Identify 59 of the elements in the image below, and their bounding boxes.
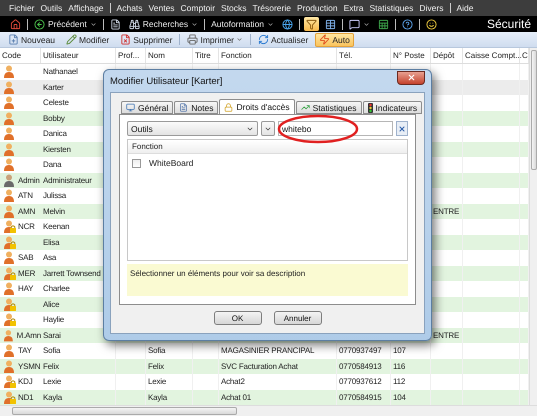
table-cell: YSMN (18, 362, 40, 371)
menu-item[interactable]: Outils (40, 3, 62, 13)
toolbar-button[interactable]: Imprimer (183, 32, 248, 46)
category-dropdown[interactable]: Outils (127, 121, 258, 136)
column-header[interactable]: N° Poste (391, 48, 431, 63)
menu-item[interactable]: Ventes (148, 3, 175, 13)
column-header[interactable]: Dépôt (431, 48, 463, 63)
tab[interactable]: Statistiques (296, 101, 362, 114)
toolbar-button[interactable]: Nouveau (4, 32, 60, 46)
toolbar-button[interactable]: Modifier (62, 32, 114, 46)
column-header[interactable]: Prof... (116, 48, 146, 63)
column-header[interactable]: Utilisateur (41, 48, 116, 63)
menu-item[interactable]: Stocks (221, 3, 247, 13)
section-title: Sécurité (486, 17, 531, 31)
toolbar-button[interactable]: Actualiser (254, 32, 312, 46)
table-cell: AMN (18, 206, 36, 216)
column-header[interactable]: Fonction (219, 48, 337, 63)
table-cell: MER (18, 268, 36, 278)
column-header[interactable]: Caisse Compt... (463, 48, 520, 63)
list-item-label[interactable]: WhiteBoard (149, 158, 194, 168)
menu-item[interactable]: Achats (116, 3, 143, 13)
table-row[interactable]: YSMN Felix Felix SVC Facturation Achat 0770584913 116 (0, 358, 529, 374)
table-cell: NCR (18, 222, 35, 232)
tab[interactable]: Indicateurs (362, 101, 422, 114)
tab[interactable]: Droits d'accès (219, 99, 295, 114)
table-cell: HAY (18, 284, 34, 294)
toolbar-button[interactable]: Recherches (126, 17, 200, 31)
tab[interactable]: Notes (174, 101, 218, 114)
menu-item[interactable]: Extra (344, 3, 364, 13)
table-cell: ATN (18, 191, 33, 200)
menu-item[interactable]: Fichier (9, 3, 35, 13)
column-header[interactable]: Code (0, 48, 41, 63)
menu-item[interactable]: Comptoir (180, 3, 216, 13)
toolbar-button[interactable]: Auto (315, 32, 354, 46)
column-header[interactable]: Fonction (128, 140, 407, 154)
column-header[interactable]: Tél. (337, 48, 391, 63)
column-header[interactable]: Titre (193, 48, 219, 63)
table-cell: SAB (18, 253, 34, 262)
menu-item[interactable]: Affichage (68, 3, 104, 13)
table-cell: ND1 (18, 392, 34, 402)
toolbar-button[interactable]: Précédent (32, 17, 99, 31)
menu-item[interactable]: Statistiques (369, 3, 414, 13)
tab[interactable]: Général (121, 101, 174, 114)
search-field[interactable]: whitebo (278, 121, 394, 136)
dialog-button[interactable]: OK (214, 311, 262, 325)
menu-item[interactable]: Trésorerie (252, 3, 291, 13)
table-cell: M.Amn (16, 330, 41, 340)
toolbar-button[interactable]: Supprimer (116, 32, 176, 46)
menu-item[interactable]: Aide (456, 3, 474, 13)
column-header[interactable]: Nom (146, 48, 193, 63)
dialog-button[interactable]: Annuler (274, 311, 322, 325)
toolbar-button[interactable]: Autoformation (209, 17, 276, 31)
description-box: Sélectionner un éléments pour voir sa description (127, 264, 408, 296)
table-cell: TAY (18, 346, 32, 356)
table-row[interactable]: ND1 Kayla Kayla Achat 01 0770584915 104 (0, 390, 529, 405)
menu-item[interactable]: Production (296, 3, 338, 13)
table-cell: Admin (18, 176, 40, 185)
table-cell: KDJ (18, 377, 33, 386)
menu-item[interactable]: Divers (419, 3, 444, 13)
